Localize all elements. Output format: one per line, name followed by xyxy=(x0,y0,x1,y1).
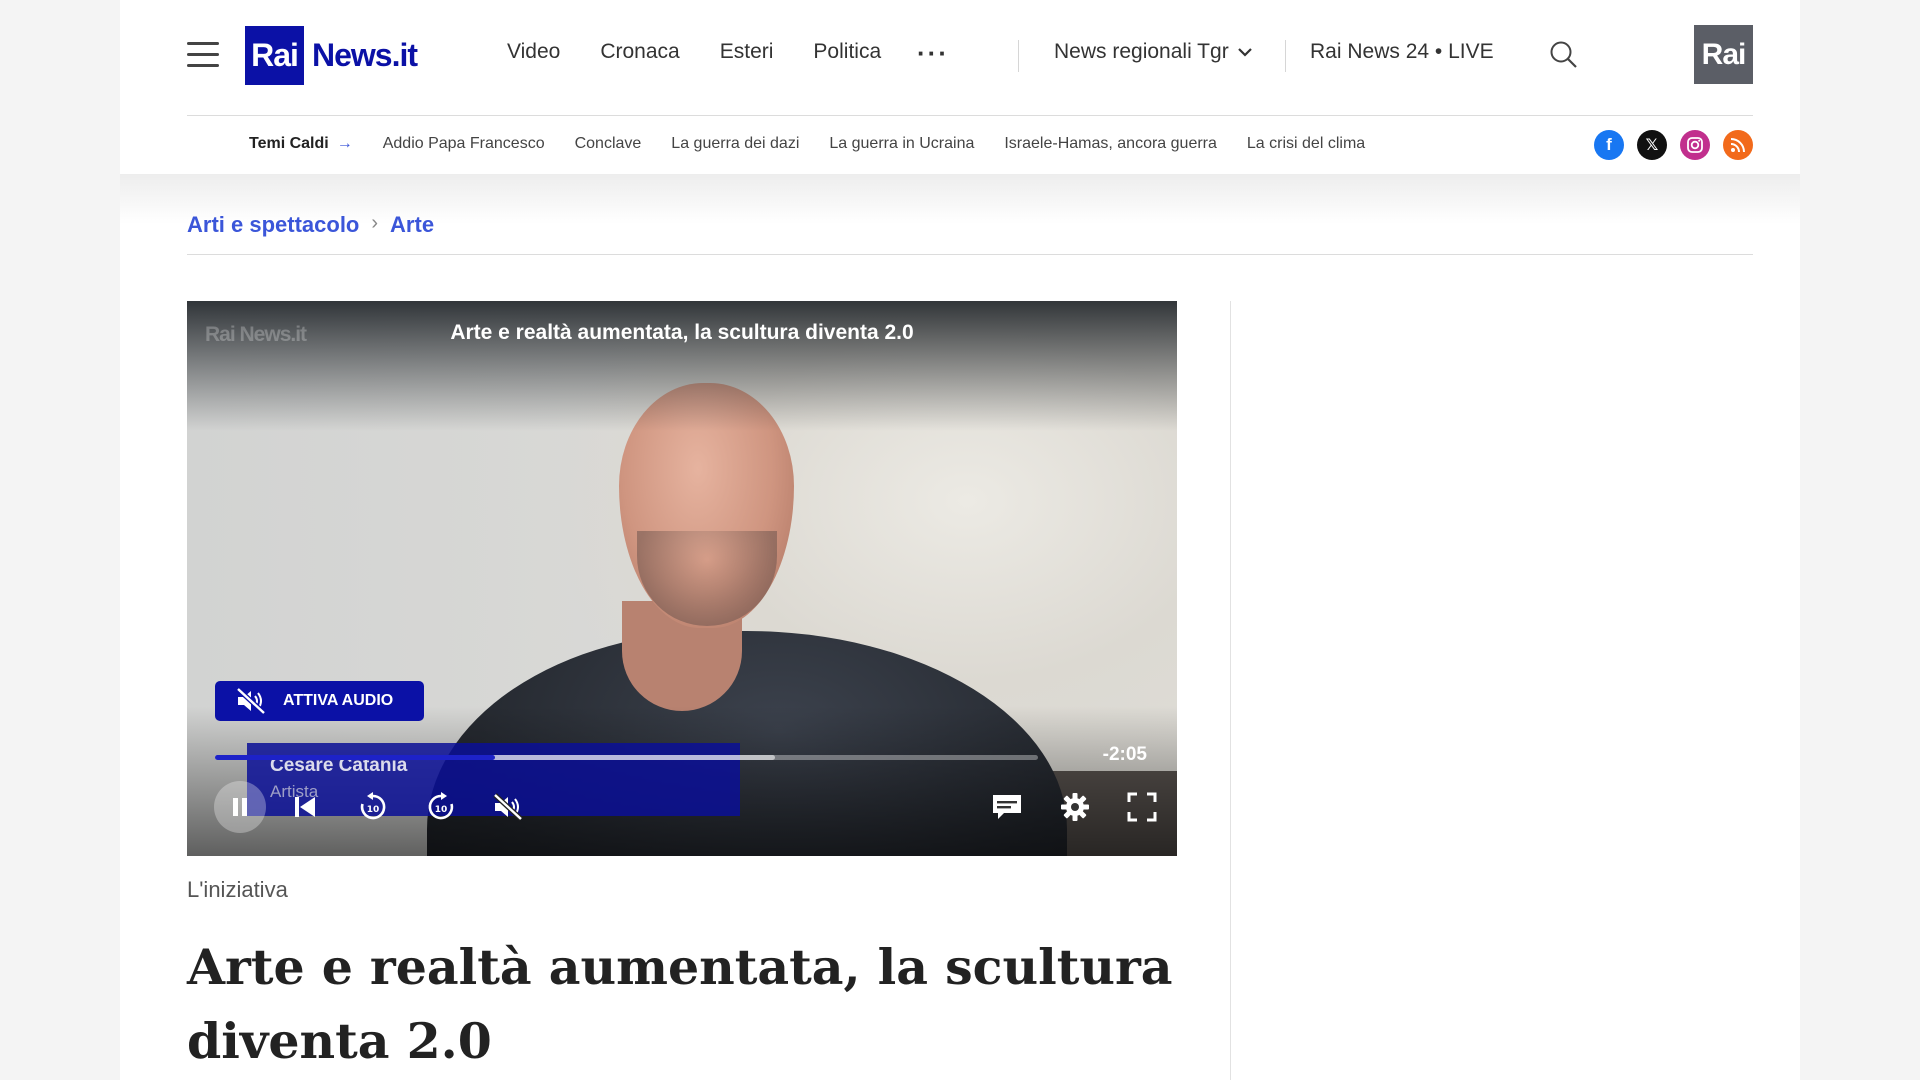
logo-text: News.it xyxy=(312,37,418,73)
fullscreen-button[interactable] xyxy=(1122,787,1162,827)
topic-link[interactable]: Israele-Hamas, ancora guerra xyxy=(1004,135,1217,153)
previous-button[interactable] xyxy=(285,787,325,827)
settings-button[interactable] xyxy=(1055,787,1095,827)
more-menu-icon[interactable]: ··· xyxy=(917,38,949,69)
arrow-right-icon: → xyxy=(336,135,353,152)
rewind-10-icon: 10 xyxy=(360,792,386,820)
article-kicker: L'iniziativa xyxy=(187,877,288,902)
breadcrumb-subsection[interactable]: Arte xyxy=(390,212,434,238)
topic-link[interactable]: La crisi del clima xyxy=(1247,135,1365,153)
subtitles-icon xyxy=(993,795,1021,819)
enable-audio-label: ATTIVA AUDIO xyxy=(283,692,394,709)
subtitles-button[interactable] xyxy=(987,787,1027,827)
remaining-time: -2:05 xyxy=(1102,744,1147,765)
breadcrumb-section[interactable]: Arti e spettacolo xyxy=(187,212,359,238)
nav-cronaca[interactable]: Cronaca xyxy=(600,40,679,64)
fullscreen-icon xyxy=(1127,792,1157,822)
topic-link[interactable]: Conclave xyxy=(575,135,642,153)
topic-link[interactable]: La guerra dei dazi xyxy=(671,135,799,153)
forward-10-button[interactable]: 10 xyxy=(421,787,461,827)
enable-audio-button[interactable]: ATTIVA AUDIO xyxy=(215,681,424,721)
article-headline: Arte e realtà aumentata, la scultura div… xyxy=(187,938,1173,1070)
nav-divider xyxy=(1285,40,1286,72)
site-logo[interactable]: Rai News.it xyxy=(245,26,418,85)
search-icon[interactable] xyxy=(1549,40,1579,70)
video-title: Arte e realtà aumentata, la scultura div… xyxy=(450,321,914,344)
video-progress-bar[interactable] xyxy=(215,755,1038,760)
regional-news-label: News regionali Tgr xyxy=(1054,40,1229,63)
muted-speaker-icon xyxy=(493,793,523,821)
x-icon[interactable]: 𝕏 xyxy=(1637,130,1667,160)
nav-politica[interactable]: Politica xyxy=(813,40,881,64)
main-nav: Video Cronaca Esteri Politica xyxy=(507,40,881,64)
rewind-10-button[interactable]: 10 xyxy=(353,787,393,827)
mute-toggle-button[interactable] xyxy=(488,787,528,827)
rai-logo-mark: Rai xyxy=(245,26,304,85)
forward-10-icon: 10 xyxy=(428,792,454,820)
pause-icon xyxy=(233,798,247,816)
topic-link[interactable]: La guerra in Ucraina xyxy=(829,135,974,153)
rss-icon[interactable] xyxy=(1723,130,1753,160)
nav-video[interactable]: Video xyxy=(507,40,560,64)
nav-esteri[interactable]: Esteri xyxy=(720,40,774,64)
video-player[interactable]: Rai News.it Arte e realtà aumentata, la … xyxy=(187,301,1177,856)
menu-icon[interactable] xyxy=(187,41,219,69)
video-watermark: Rai News.it xyxy=(205,323,307,346)
chevron-right-icon: › xyxy=(371,212,379,234)
skip-back-icon xyxy=(295,797,315,817)
video-progress-played xyxy=(215,755,495,760)
topic-link[interactable]: Addio Papa Francesco xyxy=(383,135,545,153)
live-link[interactable]: Rai News 24 • LIVE xyxy=(1310,40,1494,64)
hot-topics-label-text: Temi Caldi xyxy=(249,135,329,152)
chevron-down-icon xyxy=(1237,48,1252,57)
svg-text:10: 10 xyxy=(367,805,380,815)
breadcrumb: Arti e spettacolo › Arte xyxy=(187,212,1753,255)
svg-text:10: 10 xyxy=(435,805,448,815)
hot-topics-bar: Temi Caldi → Addio Papa Francesco Concla… xyxy=(187,116,1753,174)
facebook-icon[interactable]: f xyxy=(1594,130,1624,160)
site-header: Rai News.it Video Cronaca Esteri Politic… xyxy=(187,0,1753,116)
regional-news-dropdown[interactable]: News regionali Tgr xyxy=(1054,40,1253,64)
muted-speaker-icon xyxy=(236,687,266,715)
instagram-icon[interactable] xyxy=(1680,130,1710,160)
rai-logo[interactable]: Rai xyxy=(1694,25,1753,84)
gear-icon xyxy=(1061,793,1089,821)
social-links: f 𝕏 xyxy=(1594,130,1753,160)
hot-topics-label[interactable]: Temi Caldi → xyxy=(249,135,353,153)
column-divider xyxy=(1230,301,1231,1080)
page: Rai News.it Video Cronaca Esteri Politic… xyxy=(120,0,1800,1080)
nav-divider xyxy=(1018,40,1019,72)
pause-button[interactable] xyxy=(214,781,266,833)
hot-topics-list: Temi Caldi → Addio Papa Francesco Concla… xyxy=(249,135,1365,153)
